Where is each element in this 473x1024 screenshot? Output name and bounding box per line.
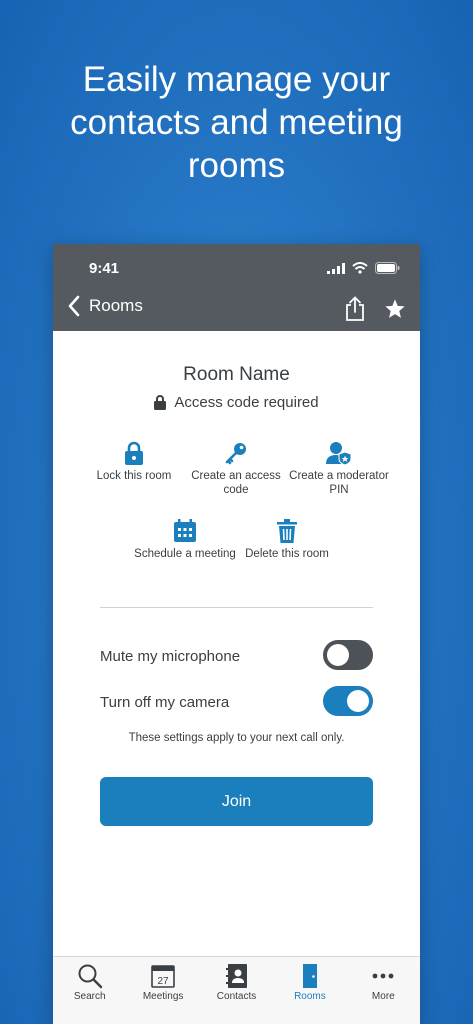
- join-button[interactable]: Join: [100, 777, 373, 826]
- wifi-icon: [352, 262, 368, 274]
- more-icon: [372, 973, 394, 979]
- back-button[interactable]: Rooms: [67, 294, 143, 318]
- tab-bar: Search 27 Meetings Contacts Rooms More: [53, 956, 420, 1024]
- calendar-icon: 27: [151, 965, 175, 988]
- door-icon: [302, 964, 317, 988]
- phone-screen: 9:41 Rooms Room Name Access code require…: [53, 244, 420, 1024]
- toggle-knob: [327, 644, 349, 666]
- tab-more-label: More: [371, 991, 395, 1002]
- trash-icon: [277, 519, 297, 543]
- nav-bar: Rooms: [53, 288, 420, 331]
- toggle-knob: [347, 690, 369, 712]
- moderator-pin-label: Create a moderator PIN: [289, 470, 389, 496]
- camera-label: Turn off my camera: [100, 694, 230, 711]
- status-bar: 9:41: [53, 244, 420, 288]
- tab-meetings-label: Meetings: [142, 991, 184, 1002]
- moderator-icon: [326, 442, 352, 465]
- access-code-label: Create an access code: [191, 470, 281, 496]
- tab-contacts-label: Contacts: [216, 991, 257, 1002]
- schedule-meeting-label: Schedule a meeting: [134, 548, 236, 560]
- schedule-meeting-action[interactable]: Schedule a meeting: [130, 519, 240, 561]
- status-icons: [327, 262, 400, 274]
- delete-room-label: Delete this room: [245, 548, 329, 560]
- chevron-left-icon: [68, 295, 80, 317]
- tab-rooms-label: Rooms: [294, 991, 326, 1002]
- tab-rooms[interactable]: Rooms: [273, 957, 346, 1024]
- moderator-pin-action[interactable]: Create a moderator PIN: [284, 441, 394, 497]
- settings-note: These settings apply to your next call o…: [128, 732, 345, 744]
- lock-room-action[interactable]: Lock this room: [79, 441, 189, 483]
- delete-room-action[interactable]: Delete this room: [232, 519, 342, 561]
- key-icon: [225, 443, 246, 465]
- search-icon: [78, 964, 102, 989]
- access-label: Access code required: [174, 394, 319, 411]
- contacts-icon: [225, 964, 247, 988]
- calendar-icon: [174, 519, 196, 542]
- tab-search-label: Search: [73, 991, 106, 1002]
- mute-toggle[interactable]: [323, 640, 373, 670]
- nav-actions: [344, 296, 406, 322]
- mute-label: Mute my microphone: [100, 648, 241, 665]
- tab-contacts[interactable]: Contacts: [200, 957, 273, 1024]
- tab-more[interactable]: More: [347, 957, 420, 1024]
- tab-meetings[interactable]: 27 Meetings: [126, 957, 199, 1024]
- lock-small-icon: [154, 395, 167, 410]
- access-status: Access code required: [53, 394, 420, 411]
- lock-room-label: Lock this room: [96, 470, 172, 482]
- back-label: Rooms: [89, 296, 143, 315]
- status-time: 9:41: [89, 260, 120, 277]
- calendar-day: 27: [158, 976, 170, 987]
- tab-search[interactable]: Search: [53, 957, 126, 1024]
- camera-toggle[interactable]: [323, 686, 373, 716]
- signal-icon: [327, 262, 345, 274]
- divider: [100, 607, 373, 608]
- access-code-action[interactable]: Create an access code: [181, 441, 291, 497]
- star-icon[interactable]: [384, 298, 406, 320]
- lock-icon: [125, 441, 143, 465]
- battery-icon: [375, 262, 400, 274]
- headline: Easily manage your contacts and meeting …: [70, 60, 403, 185]
- room-name: Room Name: [183, 364, 290, 385]
- share-icon[interactable]: [344, 296, 366, 322]
